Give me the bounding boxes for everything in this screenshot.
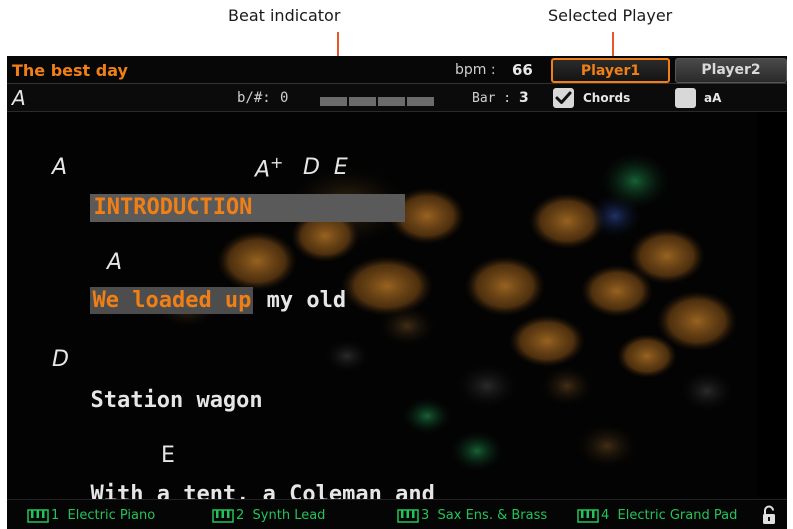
beat-segment bbox=[378, 97, 405, 106]
bpm-value[interactable]: 66 bbox=[512, 61, 533, 79]
bar-label: Bar : bbox=[472, 91, 512, 106]
bar-value: 3 bbox=[519, 90, 529, 106]
track-bar: 1 Electric Piano 2 Synth Lead 3 Sax Ens.… bbox=[7, 499, 787, 529]
lyric-text: my old bbox=[253, 288, 347, 313]
chords-checkbox[interactable] bbox=[553, 88, 574, 108]
bpm-label: bpm : bbox=[455, 62, 496, 78]
track-name: Sax Ens. & Brass bbox=[437, 508, 548, 523]
beat-segment bbox=[349, 97, 376, 106]
scroll-area[interactable] bbox=[757, 112, 787, 497]
key-label: A bbox=[12, 86, 26, 110]
case-checkbox[interactable] bbox=[675, 88, 696, 108]
callout-beat-indicator: Beat indicator bbox=[228, 6, 341, 25]
callout-selected-player: Selected Player bbox=[548, 6, 673, 25]
case-label: aA bbox=[704, 91, 722, 105]
keyboard-icon bbox=[577, 508, 599, 523]
transpose-label: b/#: bbox=[237, 90, 271, 106]
track-name: Electric Piano bbox=[67, 508, 156, 523]
keyboard-icon bbox=[27, 508, 49, 523]
lyric-highlight: We loaded up bbox=[90, 287, 254, 314]
section-label: INTRODUCTION bbox=[90, 194, 406, 222]
track-number: 4 bbox=[601, 508, 610, 523]
tab-player1[interactable]: Player1 bbox=[551, 58, 670, 83]
track-number: 1 bbox=[51, 508, 60, 523]
lyrics-screen: The best day bpm : 66 Player1 Player2 A … bbox=[7, 56, 787, 529]
track-number: 3 bbox=[421, 508, 430, 523]
top-bar: The best day bpm : 66 Player1 Player2 bbox=[7, 56, 787, 84]
track-3[interactable]: 3 Sax Ens. & Brass bbox=[397, 508, 547, 523]
keyboard-icon bbox=[212, 508, 234, 523]
track-4[interactable]: 4 Electric Grand Pad bbox=[577, 508, 737, 523]
chords-label: Chords bbox=[583, 91, 631, 105]
unlock-icon[interactable] bbox=[761, 505, 777, 525]
keyboard-icon bbox=[397, 508, 419, 523]
song-title: The best day bbox=[12, 61, 128, 80]
tab-player2[interactable]: Player2 bbox=[675, 58, 787, 83]
beat-indicator bbox=[320, 97, 434, 107]
checkmark-icon bbox=[555, 91, 572, 104]
status-bar: A b/#: 0 Bar : 3 Chords aA bbox=[7, 84, 787, 112]
beat-segment bbox=[320, 97, 347, 106]
track-number: 2 bbox=[236, 508, 245, 523]
track-name: Synth Lead bbox=[252, 508, 326, 523]
track-name: Electric Grand Pad bbox=[617, 508, 738, 523]
lyric-text: Station wagon bbox=[90, 388, 263, 413]
beat-segment bbox=[407, 97, 434, 106]
track-1[interactable]: 1 Electric Piano bbox=[27, 508, 155, 523]
track-2[interactable]: 2 Synth Lead bbox=[212, 508, 325, 523]
transpose-value: 0 bbox=[280, 90, 289, 106]
